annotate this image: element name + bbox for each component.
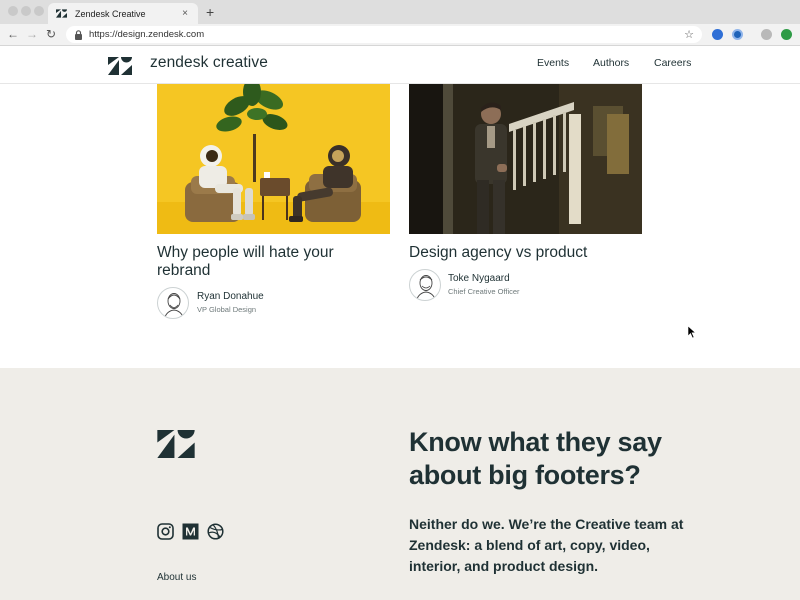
- author-role-toke: Chief Creative Officer: [448, 287, 520, 296]
- browser-tab[interactable]: Zendesk Creative ×: [48, 3, 198, 24]
- zendesk-logo-footer-icon[interactable]: [157, 430, 195, 458]
- extension-icon-blue[interactable]: [712, 29, 723, 40]
- back-button[interactable]: ←: [6, 27, 20, 41]
- site-footer: About us Know what they say about big fo…: [0, 368, 800, 600]
- extension-icon-green[interactable]: [781, 29, 792, 40]
- mouse-cursor-icon: [688, 326, 696, 338]
- window-minimize-control[interactable]: [21, 6, 31, 16]
- nav-authors[interactable]: Authors: [593, 57, 629, 69]
- browser-toolbar: ← → ↻ https://design.zendesk.com ☆: [0, 24, 800, 46]
- nav-events[interactable]: Events: [537, 57, 569, 69]
- article-image-staircase[interactable]: [409, 84, 642, 234]
- reload-button[interactable]: ↻: [44, 27, 58, 41]
- author-avatar-toke[interactable]: [409, 269, 441, 301]
- site-header: zendesk creative Events Authors Careers: [0, 46, 800, 84]
- nav-careers[interactable]: Careers: [654, 57, 691, 69]
- about-us-link[interactable]: About us: [157, 572, 196, 583]
- footer-blurb: Neither do we. We’re the Creative team a…: [409, 516, 684, 574]
- dribbble-icon[interactable]: [207, 523, 224, 540]
- forward-button[interactable]: →: [25, 27, 39, 41]
- author-name-ryan[interactable]: Ryan Donahue: [197, 291, 264, 302]
- profile-avatar-icon[interactable]: [761, 29, 772, 40]
- address-bar[interactable]: https://design.zendesk.com ☆: [66, 26, 702, 43]
- url-text: https://design.zendesk.com: [89, 29, 205, 40]
- browser-tab-bar: Zendesk Creative × +: [0, 0, 800, 24]
- instagram-icon[interactable]: [157, 523, 174, 540]
- author-avatar-ryan[interactable]: [157, 287, 189, 319]
- lock-icon: [75, 29, 82, 40]
- article-image-astronauts[interactable]: [157, 84, 390, 234]
- article-title-rebrand[interactable]: Why people will hate your rebrand: [157, 244, 334, 280]
- brand-name[interactable]: zendesk creative: [150, 54, 268, 72]
- extension-icon-shield[interactable]: [732, 29, 743, 40]
- window-zoom-control[interactable]: [34, 6, 44, 16]
- new-tab-button[interactable]: +: [206, 3, 214, 21]
- tab-close-icon[interactable]: ×: [180, 8, 190, 19]
- author-name-toke[interactable]: Toke Nygaard: [448, 273, 510, 284]
- tab-title: Zendesk Creative: [75, 8, 146, 19]
- window-close-control[interactable]: [8, 6, 18, 16]
- author-role-ryan: VP Global Design: [197, 305, 257, 314]
- bookmark-star-icon[interactable]: ☆: [684, 28, 694, 41]
- medium-icon[interactable]: [182, 523, 199, 540]
- article-title-agency[interactable]: Design agency vs product: [409, 244, 587, 262]
- zendesk-favicon-icon: [56, 9, 67, 18]
- zendesk-logo-icon[interactable]: [108, 57, 132, 75]
- footer-headline: Know what they say about big footers?: [409, 427, 662, 490]
